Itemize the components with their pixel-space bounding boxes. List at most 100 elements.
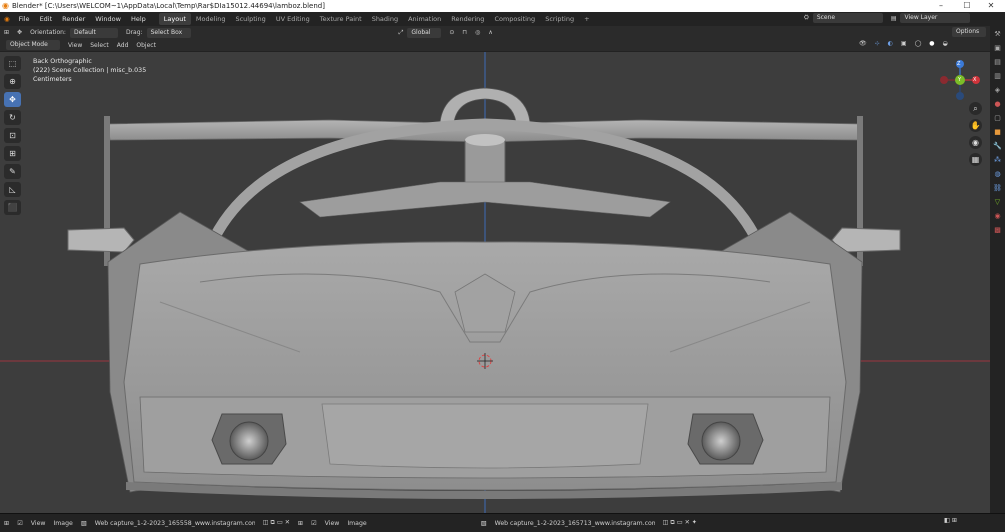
data-properties-icon[interactable]: ▽ bbox=[992, 197, 1003, 208]
visibility-icon[interactable]: 👁 bbox=[859, 40, 867, 47]
workspace-tab-animation[interactable]: Animation bbox=[403, 13, 446, 25]
collection-properties-icon[interactable]: ▢ bbox=[992, 113, 1003, 124]
falloff-icon[interactable]: ∧ bbox=[488, 29, 492, 36]
maximize-button[interactable]: ☐ bbox=[956, 0, 978, 12]
workspace-tab-scripting[interactable]: Scripting bbox=[540, 13, 579, 25]
workspace-tab-layout[interactable]: Layout bbox=[158, 13, 191, 25]
workspace-tab-uv-editing[interactable]: UV Editing bbox=[271, 13, 315, 25]
modifier-properties-icon[interactable]: 🔧 bbox=[992, 141, 1003, 152]
xray-icon[interactable]: ▣ bbox=[901, 40, 907, 47]
view-layer-icon: ▤ bbox=[890, 14, 897, 22]
menu-file[interactable]: File bbox=[14, 15, 35, 23]
shading-solid-icon[interactable]: ● bbox=[929, 40, 934, 47]
units-label: Centimeters bbox=[33, 76, 72, 83]
annotate-tool-icon[interactable]: ✎ bbox=[4, 164, 21, 179]
header-menu-object[interactable]: Object bbox=[136, 42, 156, 49]
menu-help[interactable]: Help bbox=[126, 15, 151, 23]
window-titlebar: ◉ Blender* [C:\Users\WELCOM~1\AppData\Lo… bbox=[0, 0, 1005, 12]
workspace-tab-shading[interactable]: Shading bbox=[367, 13, 403, 25]
left-view-dropdown-icon[interactable]: ☑ bbox=[17, 520, 23, 527]
rotate-tool-icon[interactable]: ↻ bbox=[4, 110, 21, 125]
view-layer-selector[interactable]: View Layer bbox=[900, 13, 971, 23]
transform-orientation-dropdown[interactable]: Global bbox=[407, 27, 442, 38]
gizmo-x-label: X bbox=[973, 77, 977, 83]
add-cube-tool-icon[interactable]: ⬛ bbox=[4, 200, 21, 215]
gizmo-toggle-icon[interactable]: ⊹ bbox=[875, 40, 880, 47]
cursor-tool-icon[interactable]: ⊕ bbox=[4, 74, 21, 89]
camera-view-icon[interactable]: ◉ bbox=[969, 136, 982, 149]
workspace-tab-modeling[interactable]: Modeling bbox=[191, 13, 231, 25]
zoom-icon[interactable]: ⌕ bbox=[969, 102, 982, 115]
left-image-controls-icon[interactable]: ◫ ⧉ ▭ ✕ bbox=[263, 519, 290, 527]
drag-label: Drag: bbox=[125, 29, 143, 36]
menu-edit[interactable]: Edit bbox=[35, 15, 58, 23]
left-menu-image[interactable]: Image bbox=[53, 520, 72, 527]
mode-dropdown[interactable]: Object Mode bbox=[6, 40, 60, 50]
orientation-dropdown[interactable]: Default bbox=[69, 27, 118, 38]
add-workspace-button[interactable]: + bbox=[579, 13, 594, 25]
header-menu-view[interactable]: View bbox=[68, 42, 82, 49]
properties-tab-strip: ⚒ ▣ ▤ ▥ ◈ ● ▢ ■ 🔧 ⁂ ◍ ⛓ ▽ ◉ ▩ bbox=[990, 26, 1005, 513]
menu-window[interactable]: Window bbox=[90, 15, 126, 23]
left-image-name[interactable]: Web capture_1-2-2023_165558_www.instagra… bbox=[95, 520, 255, 527]
blender-menu-icon[interactable]: ◉ bbox=[0, 15, 14, 23]
right-image-controls-icon[interactable]: ◫ ⧉ ▭ ✕ ✦ bbox=[663, 519, 697, 527]
header-menu-select[interactable]: Select bbox=[90, 42, 109, 49]
right-image-icon: ▧ bbox=[480, 519, 487, 527]
view-name-label: Back Orthographic bbox=[33, 58, 92, 65]
right-menu-image[interactable]: Image bbox=[347, 520, 366, 527]
workspace-tab-texture-paint[interactable]: Texture Paint bbox=[315, 13, 367, 25]
right-menu-view[interactable]: View bbox=[325, 520, 340, 527]
collection-label: (222) Scene Collection | misc_b.035 bbox=[33, 67, 147, 74]
gizmo-z-label: Z bbox=[957, 61, 961, 67]
workspace-tab-rendering[interactable]: Rendering bbox=[446, 13, 489, 25]
right-view-dropdown-icon[interactable]: ☑ bbox=[311, 520, 317, 527]
left-toolbar: ⬚ ⊕ ✥ ↻ ⊡ ⊞ ✎ ◺ ⬛ bbox=[4, 56, 26, 218]
move-tool-icon[interactable]: ✥ bbox=[4, 92, 21, 107]
select-box-tool-icon[interactable]: ⬚ bbox=[4, 56, 21, 71]
options-dropdown[interactable]: Options bbox=[952, 27, 986, 37]
right-editor-type-icon[interactable]: ⊞ bbox=[298, 520, 303, 527]
shading-material-icon[interactable]: ◒ bbox=[943, 40, 948, 47]
particles-properties-icon[interactable]: ⁂ bbox=[992, 155, 1003, 166]
view-layer-properties-icon[interactable]: ▥ bbox=[992, 71, 1003, 82]
object-properties-icon[interactable]: ■ bbox=[992, 127, 1003, 138]
editor-type-icon[interactable]: ⊞ bbox=[4, 29, 9, 36]
pan-hand-icon[interactable]: ✋ bbox=[969, 119, 982, 132]
measure-tool-icon[interactable]: ◺ bbox=[4, 182, 21, 197]
header-menu-add[interactable]: Add bbox=[117, 42, 129, 49]
tool-settings-bar: ⊞ ✥ Orientation: Default Drag: Select Bo… bbox=[0, 26, 990, 39]
menu-render[interactable]: Render bbox=[57, 15, 90, 23]
drag-dropdown[interactable]: Select Box bbox=[146, 27, 191, 38]
close-button[interactable]: ✕ bbox=[980, 0, 1002, 12]
right-image-name[interactable]: Web capture_1-2-2023_165713_www.instagra… bbox=[495, 520, 655, 527]
display-mode-icon[interactable]: ◧ ⊞ bbox=[944, 517, 957, 524]
scale-tool-icon[interactable]: ⊡ bbox=[4, 128, 21, 143]
minimize-button[interactable]: – bbox=[930, 0, 952, 12]
render-properties-icon[interactable]: ▣ bbox=[992, 43, 1003, 54]
physics-properties-icon[interactable]: ◍ bbox=[992, 169, 1003, 180]
left-menu-view[interactable]: View bbox=[31, 520, 46, 527]
material-properties-icon[interactable]: ◉ bbox=[992, 211, 1003, 222]
pivot-point-icon[interactable]: ⊙ bbox=[449, 29, 454, 36]
shading-wireframe-icon[interactable]: ◯ bbox=[915, 40, 922, 47]
transform-tool-icon[interactable]: ⊞ bbox=[4, 146, 21, 161]
3d-viewport[interactable]: Back Orthographic (222) Scene Collection… bbox=[0, 52, 990, 513]
navigation-gizmo[interactable]: Z X Y bbox=[938, 58, 982, 102]
snap-icon[interactable]: ⊓ bbox=[462, 29, 467, 36]
tool-properties-icon[interactable]: ⚒ bbox=[992, 29, 1003, 40]
transform-pivot-icon[interactable]: ✥ bbox=[17, 29, 22, 36]
perspective-toggle-icon[interactable]: ▦ bbox=[969, 153, 982, 166]
workspace-tab-sculpting[interactable]: Sculpting bbox=[230, 13, 270, 25]
scene-selector[interactable]: Scene bbox=[812, 13, 883, 23]
orientation-label: Orientation: bbox=[30, 29, 66, 36]
constraints-properties-icon[interactable]: ⛓ bbox=[992, 183, 1003, 194]
workspace-tab-compositing[interactable]: Compositing bbox=[489, 13, 540, 25]
scene-properties-icon[interactable]: ◈ bbox=[992, 85, 1003, 96]
output-properties-icon[interactable]: ▤ bbox=[992, 57, 1003, 68]
proportional-edit-icon[interactable]: ◎ bbox=[475, 29, 480, 36]
texture-properties-icon[interactable]: ▩ bbox=[992, 225, 1003, 236]
overlay-toggle-icon[interactable]: ◐ bbox=[888, 40, 893, 47]
left-editor-type-icon[interactable]: ⊞ bbox=[4, 520, 9, 527]
world-properties-icon[interactable]: ● bbox=[992, 99, 1003, 110]
